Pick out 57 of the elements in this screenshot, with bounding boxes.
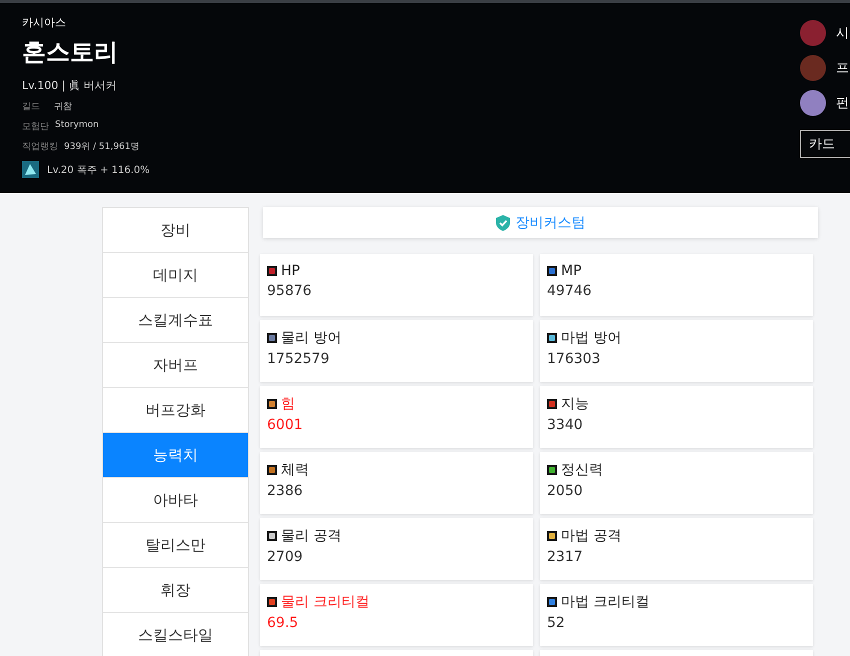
stat-label: 물리 방어 <box>281 329 342 347</box>
guild-label: 길드 <box>22 101 40 113</box>
stat-label: HP <box>281 263 300 279</box>
server-name: 카시아스 <box>22 15 67 30</box>
stat-icon <box>547 399 557 409</box>
buff-level: Lv.20 폭주 + 116.0% <box>47 164 150 176</box>
stat-label: 마법 방어 <box>561 329 622 347</box>
shield-check-icon <box>496 214 510 230</box>
stat-value: 49746 <box>547 283 593 299</box>
stat-icon <box>547 266 557 276</box>
stat-value: 95876 <box>267 283 313 299</box>
buff-icon <box>22 161 39 178</box>
ranking-label: 직업랭킹 <box>22 141 58 153</box>
stat-label: 체력 <box>281 461 309 479</box>
sidebar-item[interactable]: 능력치 <box>103 433 248 478</box>
stat-value: 1752579 <box>267 351 330 367</box>
stat-icon <box>547 465 557 475</box>
card-button[interactable]: 카드 <box>800 130 850 158</box>
stat-label: 힘 <box>281 395 295 413</box>
character-name: 혼스토리 <box>22 37 119 68</box>
stat-value: 176303 <box>547 351 602 367</box>
stat-icon <box>267 531 277 541</box>
character-link[interactable]: 시 <box>836 24 849 42</box>
stat-value: 2317 <box>547 549 584 565</box>
character-link[interactable]: 펀 <box>836 94 849 112</box>
stat-value: 69.5 <box>267 615 300 631</box>
custom-label: 장비커스텀 <box>516 214 586 232</box>
stat-icon <box>547 597 557 607</box>
avatar-circle <box>800 20 826 46</box>
stat-icon <box>267 399 277 409</box>
stat-value: 2709 <box>267 549 304 565</box>
stat-icon <box>547 531 557 541</box>
stat-icon <box>267 597 277 607</box>
avatar-circle <box>800 54 826 80</box>
stat-value: 2050 <box>547 483 584 499</box>
stat-label: 마법 공격 <box>561 527 622 545</box>
character-link[interactable]: 프 <box>836 58 849 76</box>
stat-icon <box>267 266 277 276</box>
stat-value: 52 <box>547 615 566 631</box>
stat-label: 지능 <box>561 395 589 413</box>
stat-value: 6001 <box>267 417 304 433</box>
ranking-value: 939위 / 51,961명 <box>64 141 140 153</box>
union-label: 모험단 <box>22 121 49 133</box>
stat-value: 3340 <box>547 417 584 433</box>
avatar-circle <box>800 90 826 116</box>
stat-icon <box>267 465 277 475</box>
guild-name: 귀참 <box>54 101 72 113</box>
union-name: Storymon <box>55 120 99 132</box>
stat-label: 물리 크리티컬 <box>281 593 370 611</box>
stat-label: 정신력 <box>561 461 603 479</box>
level-job: Lv.100 | 眞 버서커 <box>22 78 118 93</box>
stat-label: MP <box>561 263 582 279</box>
stat-icon <box>547 333 557 343</box>
stat-label: 물리 공격 <box>281 527 342 545</box>
stat-label: 마법 크리티컬 <box>561 593 650 611</box>
stat-value: 2386 <box>267 483 304 499</box>
stat-icon <box>267 333 277 343</box>
